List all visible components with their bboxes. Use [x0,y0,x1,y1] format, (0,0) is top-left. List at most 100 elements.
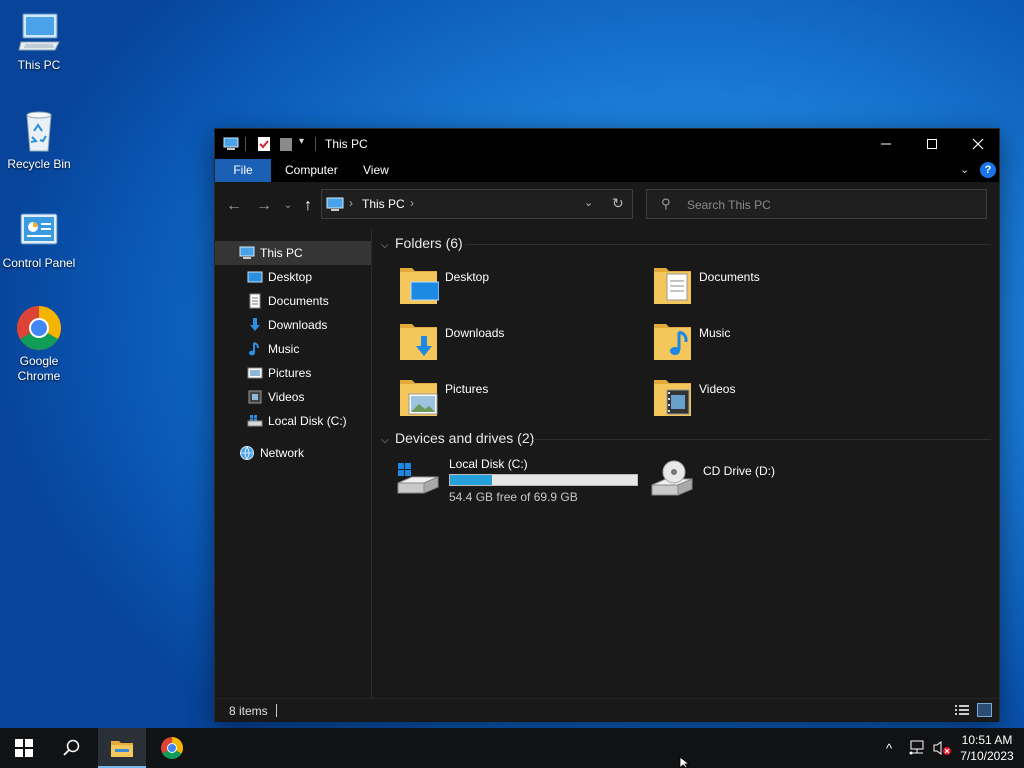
breadcrumb-this-pc[interactable]: This PC [362,197,405,211]
folder-downloads-icon [400,324,437,360]
new-folder-icon[interactable] [279,135,293,153]
search-button[interactable] [48,728,96,768]
folder-music-icon [654,324,691,360]
status-bar: 8 items [215,698,999,722]
folder-tile-downloads[interactable]: Downloads [399,318,639,370]
group-header-devices[interactable]: ⌵ Devices and drives (2) [381,430,534,446]
up-button[interactable]: ↑ [297,196,319,216]
nav-item-label: Music [268,342,300,356]
folder-tile-desktop[interactable]: Desktop [399,262,639,314]
recent-locations-button[interactable]: ⌄ [277,196,299,216]
refresh-icon[interactable]: ↻ [612,195,624,212]
chrome-icon [161,737,183,759]
start-button[interactable] [0,728,48,768]
nav-item-this-pc[interactable]: This PC [215,241,371,265]
disk-usage-bar [449,474,638,486]
folder-tile-music[interactable]: Music [653,318,893,370]
folder-videos-icon [654,380,691,416]
navigation-bar: ← → ⌄ ↑ › This PC › ⌄ ↻ ⚲ Search This PC [215,182,999,228]
address-bar[interactable]: › This PC › ⌄ ↻ [321,189,633,219]
minimize-button[interactable] [863,129,909,159]
nav-item-videos[interactable]: Videos [215,385,371,409]
ribbon: File Computer View ⌄ ? [215,159,999,182]
nav-item-pictures[interactable]: Pictures [215,361,371,385]
navigation-pane: This PC Desktop Documents Downloads Musi… [215,228,372,698]
maximize-icon [927,139,937,149]
properties-icon[interactable] [257,135,271,153]
desktop-icon-google-chrome[interactable]: Google Chrome [2,304,76,384]
window-title: This PC [325,137,368,151]
arrow-left-icon: ← [226,197,242,214]
tab-view[interactable]: View [351,159,401,182]
item-count: 8 items [229,704,268,718]
group-divider [533,439,991,440]
folder-label: Videos [699,382,736,396]
folder-label: Documents [699,270,760,284]
desktop-icon-label: This PC [17,58,61,72]
group-header-label: Folders (6) [395,235,463,251]
forward-button[interactable]: → [253,196,275,216]
minimize-icon [881,143,891,145]
clock[interactable]: 10:51 AM 7/10/2023 [950,732,1024,764]
divider [245,137,246,151]
drive-label: CD Drive (D:) [703,464,775,478]
taskbar-google-chrome[interactable] [148,728,196,768]
close-button[interactable] [955,129,1001,159]
recycle-bin-icon [15,107,63,155]
nav-item-downloads[interactable]: Downloads [215,313,371,337]
folder-tile-documents[interactable]: Documents [653,262,893,314]
search-placeholder: Search This PC [687,198,771,212]
desktop-icon-recycle-bin[interactable]: Recycle Bin [2,107,76,172]
back-button[interactable]: ← [223,196,245,216]
computer-icon [326,197,344,211]
search-icon [63,739,80,756]
folder-tile-videos[interactable]: Videos [653,374,893,426]
customize-toolbar-chevron-icon[interactable]: ▾ [299,136,304,154]
nav-item-label: Pictures [268,366,312,380]
disk-usage-fill [450,475,492,485]
address-history-chevron-icon[interactable]: ⌄ [584,196,593,209]
taskbar: ^ 10:51 AM 7/10/2023 [0,728,1024,768]
help-icon[interactable]: ? [980,162,996,178]
desktop-icon-label: Recycle Bin [7,157,71,171]
local-disk-icon [397,463,439,494]
desktop-icon-control-panel[interactable]: Control Panel [2,206,76,271]
tab-computer[interactable]: Computer [273,159,350,182]
speaker-muted-icon [933,741,951,755]
content-pane: ⌵ Folders (6) Desktop Documents Download… [373,228,999,698]
network-status-button[interactable] [908,728,926,768]
show-hidden-icons-button[interactable]: ^ [886,728,892,768]
nav-item-network[interactable]: Network [215,441,371,465]
desktop-icon-label: Google Chrome [17,354,61,383]
drive-tile-cd-drive-d[interactable]: CD Drive (D:) [651,457,893,509]
close-icon [972,138,984,150]
search-box[interactable]: ⚲ Search This PC [646,189,987,219]
expand-ribbon-chevron-icon[interactable]: ⌄ [960,163,969,176]
tab-file[interactable]: File [215,159,271,182]
nav-item-label: This PC [260,246,303,260]
music-note-icon [249,342,259,356]
folder-tile-pictures[interactable]: Pictures [399,374,639,426]
computer-icon [15,8,63,56]
file-explorer-icon [111,741,133,757]
nav-item-local-disk-c[interactable]: Local Disk (C:) [215,409,371,433]
drive-label: Local Disk (C:) [449,457,528,471]
nav-item-desktop[interactable]: Desktop [215,265,371,289]
nav-item-music[interactable]: Music [215,337,371,361]
drive-tile-local-disk-c[interactable]: Local Disk (C:) 54.4 GB free of 69.9 GB [397,457,649,509]
details-view-icon[interactable] [955,704,969,716]
group-header-folders[interactable]: ⌵ Folders (6) [381,235,463,251]
control-panel-icon [15,206,63,254]
nav-item-documents[interactable]: Documents [215,289,371,313]
network-icon [240,446,254,460]
maximize-button[interactable] [909,129,955,159]
large-icons-view-icon[interactable] [977,703,992,717]
nav-item-label: Documents [268,294,329,308]
breadcrumb-separator[interactable]: › [410,196,414,210]
desktop-icon-this-pc[interactable]: This PC [2,8,76,73]
clock-date: 7/10/2023 [960,749,1014,763]
taskbar-file-explorer[interactable] [98,728,146,768]
file-explorer-window: ▾ This PC File Computer View ⌄ ? ← → ⌄ ↑ [214,128,1001,722]
network-disconnected-icon [909,740,924,755]
volume-button[interactable] [932,728,952,768]
